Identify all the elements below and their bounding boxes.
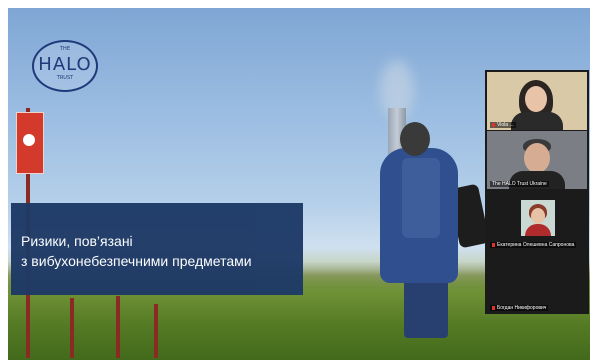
participant-face <box>524 143 550 173</box>
participant-tile[interactable]: Богдан Никифорович <box>487 251 587 313</box>
slide-title-line-2: з вибухонебезпечними предметами <box>21 253 252 269</box>
slide-title-line-1: Ризики, пов’язані <box>21 233 133 249</box>
participant-name-text: The HALO Trust Ukraine <box>492 181 547 187</box>
participant-shirt <box>511 112 563 130</box>
participant-name: Viola ... <box>490 122 516 128</box>
participants-panel: Viola ... The HALO Trust Ukraine Екатери… <box>485 70 589 314</box>
participant-shirt <box>525 224 551 236</box>
skull-icon <box>23 134 35 146</box>
logo-the-text: THE <box>60 46 70 52</box>
participant-name-text: Богдан Никифорович <box>497 305 547 311</box>
logo-halo-text: HALO <box>38 54 92 75</box>
marker-post <box>154 304 158 358</box>
mic-muted-icon <box>492 305 495 310</box>
participant-face <box>531 208 545 224</box>
deminer-vest <box>402 158 440 238</box>
participant-face <box>525 86 547 112</box>
participant-tile[interactable]: The HALO Trust Ukraine <box>487 131 587 189</box>
marker-post <box>116 296 120 358</box>
participant-name-text: Екатерина Олешевна Сапронова <box>497 242 575 248</box>
participant-name: Екатерина Олешевна Сапронова <box>490 242 577 248</box>
logo-trust-text: TRUST <box>56 75 74 81</box>
deminer-helmet <box>400 122 430 156</box>
participant-tile[interactable]: Viola ... <box>487 72 587 130</box>
mic-muted-icon <box>492 242 495 247</box>
participant-name: Богдан Никифорович <box>490 305 549 311</box>
mic-muted-icon <box>492 122 495 127</box>
slide-title-box: Ризики, пов’язані з вибухонебезпечними п… <box>11 203 303 295</box>
participant-avatar <box>521 200 555 236</box>
marker-post <box>70 298 74 358</box>
halo-trust-logo: THE HALO TRUST <box>32 40 98 92</box>
participant-tile[interactable]: Екатерина Олешевна Сапронова <box>487 190 587 250</box>
screen: THE HALO TRUST Ризики, пов’язані з вибух… <box>0 0 598 363</box>
participant-name: The HALO Trust Ukraine <box>490 181 549 187</box>
participant-name-text: Viola ... <box>497 122 514 128</box>
